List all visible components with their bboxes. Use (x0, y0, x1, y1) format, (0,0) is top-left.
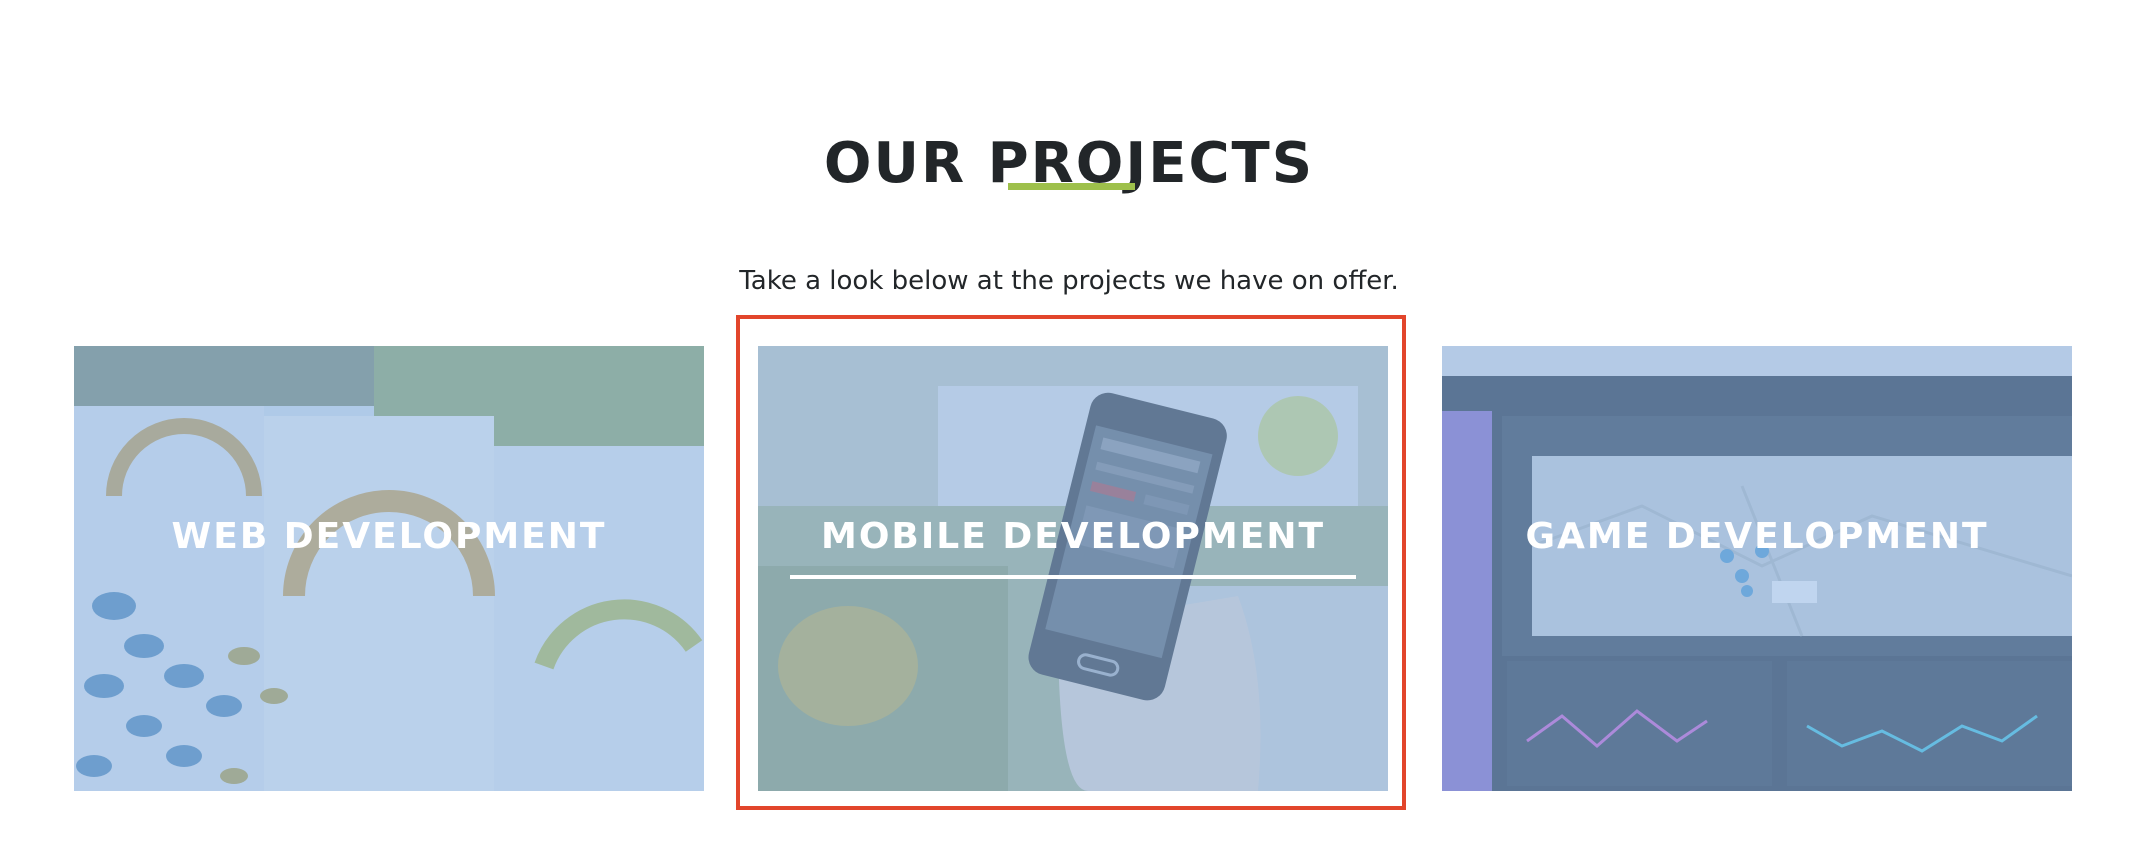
project-card-mobile-development[interactable]: MOBILE DEVELOPMENT (758, 346, 1388, 791)
card-overlay (1442, 346, 2072, 791)
hover-underline (790, 575, 1356, 579)
section-subtitle: Take a look below at the projects we hav… (739, 266, 1399, 296)
project-card-web-development[interactable]: WEB DEVELOPMENT (74, 346, 704, 791)
title-divider (1008, 183, 1135, 190)
project-label: WEB DEVELOPMENT (171, 516, 607, 557)
project-label: MOBILE DEVELOPMENT (821, 516, 1325, 557)
card-overlay (758, 346, 1388, 791)
card-overlay (74, 346, 704, 791)
project-card-game-development[interactable]: GAME DEVELOPMENT (1442, 346, 2072, 791)
project-label: GAME DEVELOPMENT (1525, 516, 1989, 557)
